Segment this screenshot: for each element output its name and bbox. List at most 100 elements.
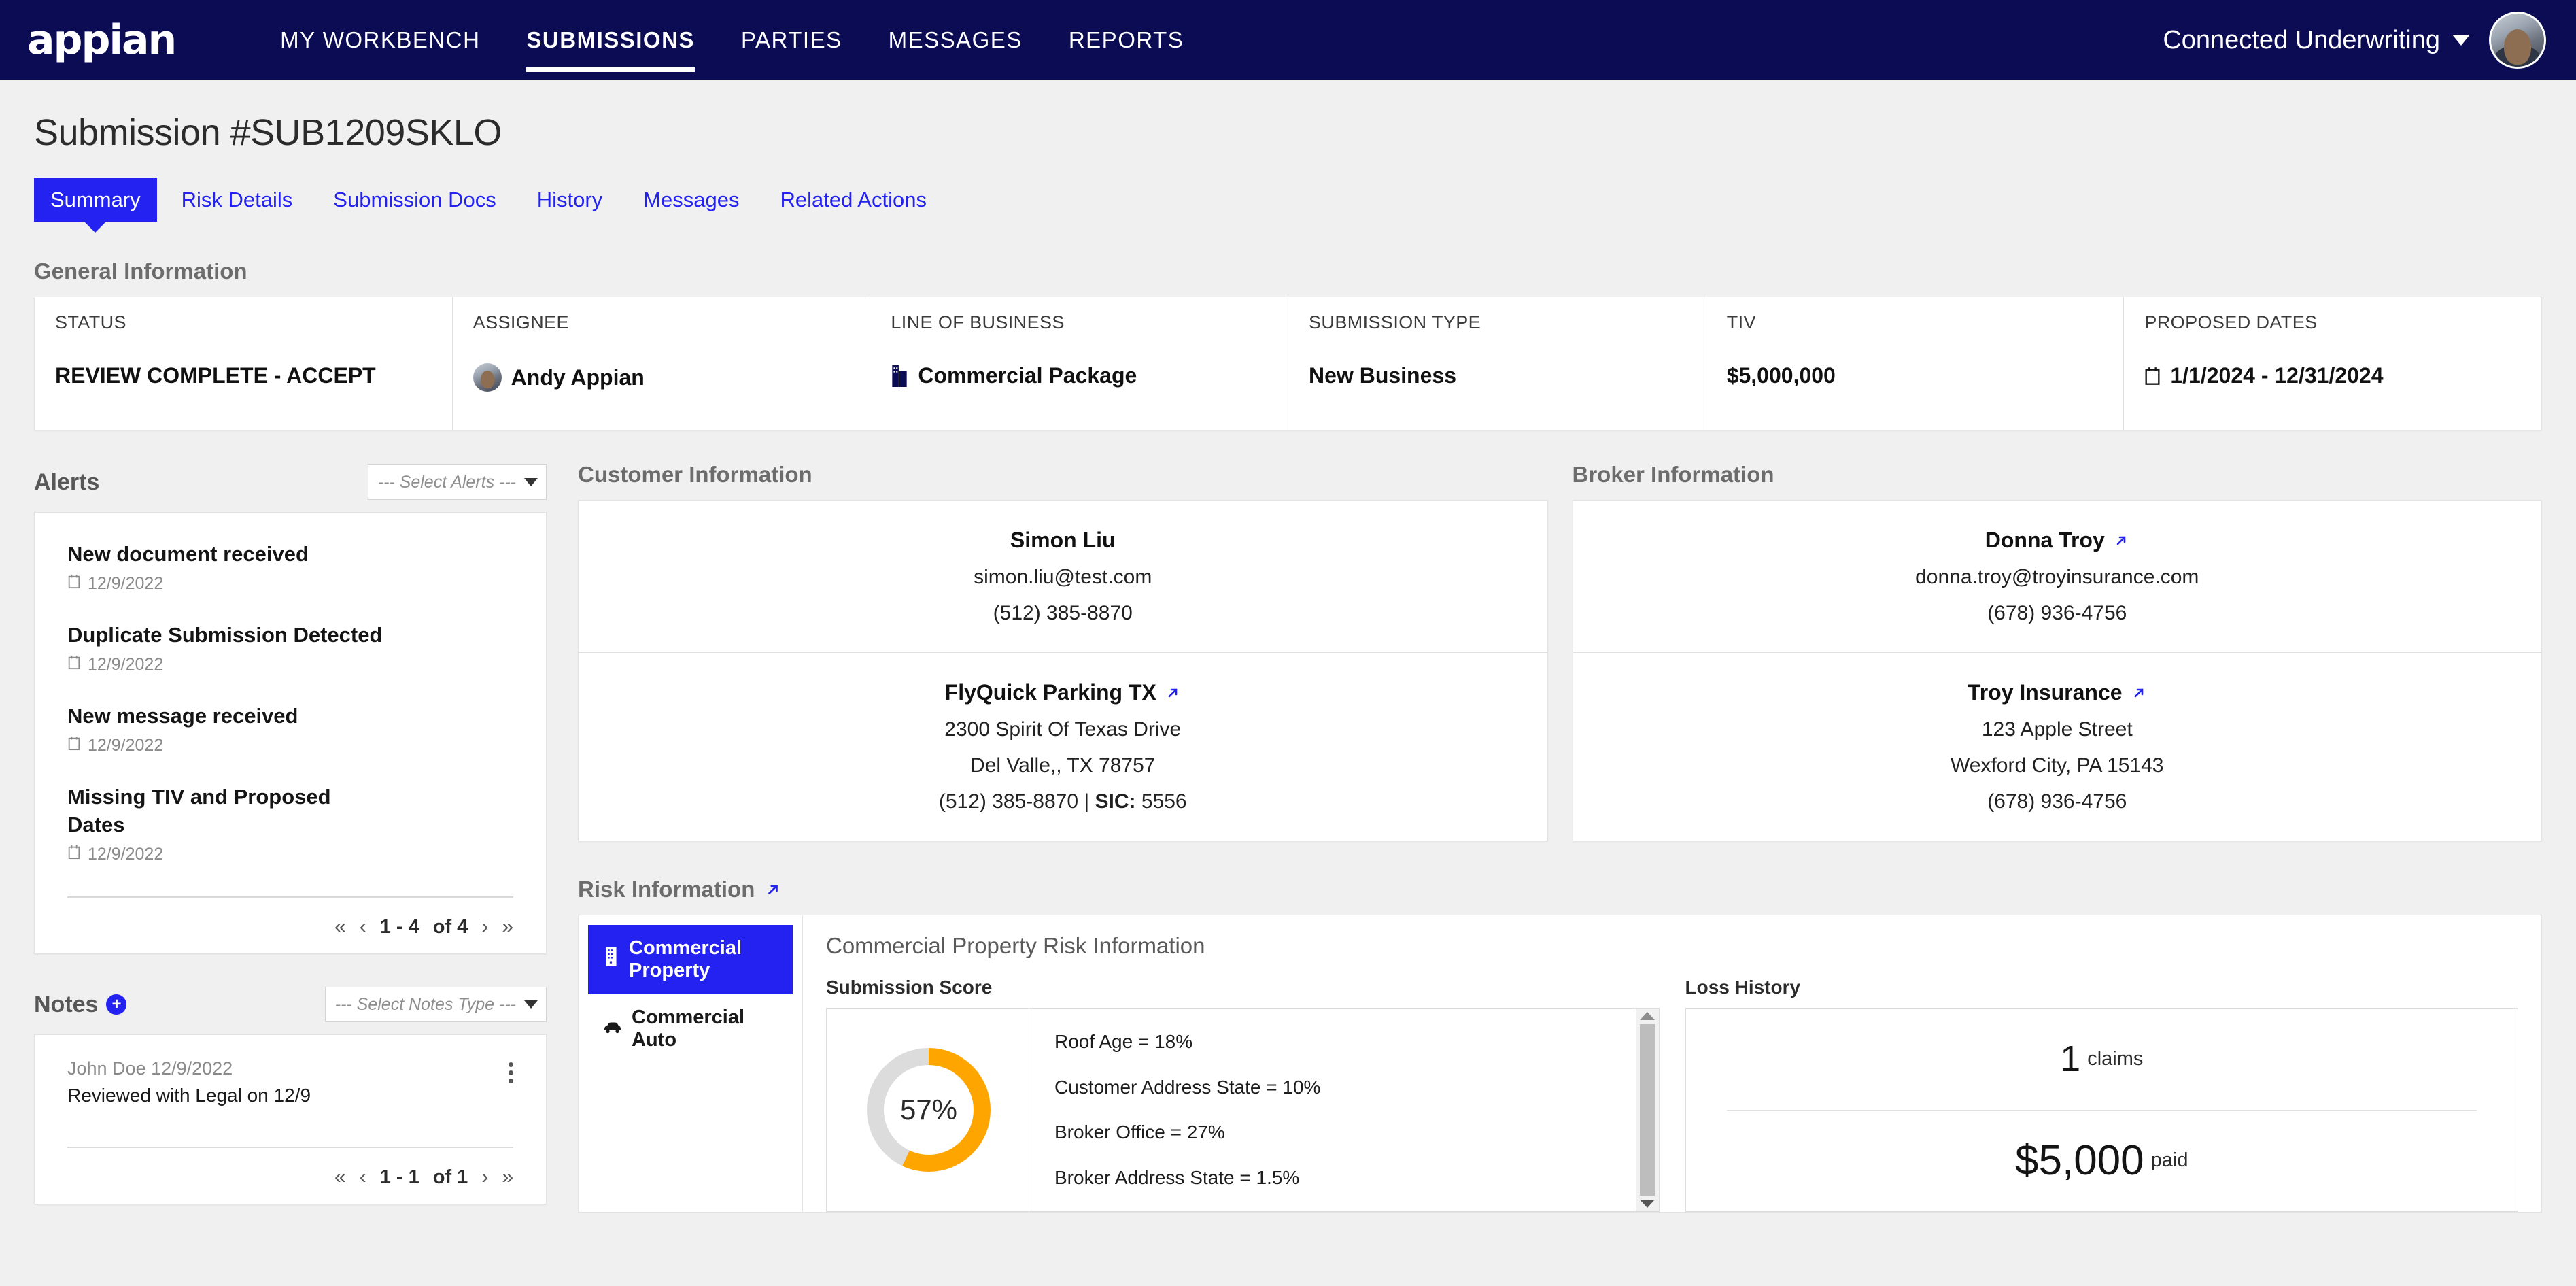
- list-item[interactable]: Duplicate Submission Detected 12/9/2022: [67, 621, 513, 675]
- nav-link-messages[interactable]: MESSAGES: [865, 27, 1046, 53]
- calendar-icon: [2144, 367, 2161, 386]
- building-icon: [603, 947, 619, 972]
- field-tiv-value: $5,000,000: [1726, 363, 1836, 388]
- tab-related-actions[interactable]: Related Actions: [764, 178, 943, 222]
- broker-information-section: Broker Information Donna Troy donna.troy…: [1572, 462, 2542, 841]
- note-overflow-menu-icon[interactable]: [509, 1058, 513, 1083]
- first-page-icon[interactable]: «: [334, 1166, 346, 1189]
- external-link-icon[interactable]: [2113, 532, 2129, 549]
- field-status-value: REVIEW COMPLETE - ACCEPT: [55, 363, 376, 388]
- note-meta: John Doe 12/9/2022: [67, 1058, 233, 1079]
- external-link-icon[interactable]: [764, 881, 782, 898]
- last-page-icon[interactable]: »: [502, 1166, 513, 1189]
- left-column: Alerts --- Select Alerts --- New documen…: [34, 462, 578, 1204]
- tab-history[interactable]: History: [521, 178, 619, 222]
- list-item[interactable]: New message received 12/9/2022: [67, 702, 513, 756]
- notes-card: John Doe 12/9/2022 Reviewed with Legal o…: [34, 1034, 547, 1204]
- scrollbar-vertical[interactable]: [1635, 1009, 1659, 1211]
- broker-contact-name: Donna Troy: [1985, 528, 2105, 552]
- customer-information-section: Customer Information Simon Liu simon.liu…: [578, 462, 1548, 841]
- tab-summary[interactable]: Summary: [34, 178, 157, 222]
- score-factor-list: Roof Age = 18% Customer Address State = …: [1031, 1009, 1636, 1211]
- alerts-page-total: of 4: [432, 915, 468, 938]
- scroll-down-icon[interactable]: [1640, 1200, 1655, 1208]
- list-item[interactable]: New document received 12/9/2022: [67, 540, 513, 594]
- risk-information-heading: Risk Information: [578, 877, 755, 902]
- first-page-icon[interactable]: «: [334, 915, 346, 938]
- list-item[interactable]: John Doe 12/9/2022 Reviewed with Legal o…: [67, 1058, 513, 1106]
- alert-date-row: 12/9/2022: [67, 736, 513, 756]
- submission-score-box: 57% Roof Age = 18% Customer Address Stat…: [826, 1008, 1660, 1212]
- add-note-button[interactable]: +: [106, 994, 127, 1015]
- tab-risk-details[interactable]: Risk Details: [165, 178, 309, 222]
- select-notes-type-dropdown[interactable]: --- Select Notes Type ---: [324, 987, 547, 1022]
- loss-history-column: Loss History 1 claims $5,000 paid: [1685, 977, 2518, 1212]
- calendar-icon: [67, 736, 81, 756]
- field-status: STATUS REVIEW COMPLETE - ACCEPT: [35, 297, 452, 430]
- loss-paid-row: $5,000 paid: [1726, 1109, 2477, 1212]
- nav-link-parties[interactable]: PARTIES: [718, 27, 865, 53]
- customer-contact-phone: (512) 385-8870: [993, 602, 1133, 624]
- page-container: Submission #SUB1209SKLO Summary Risk Det…: [0, 80, 2576, 1213]
- donut-chart: 57%: [867, 1048, 991, 1172]
- customer-information-heading: Customer Information: [578, 462, 812, 487]
- broker-company-block: Troy Insurance 123 Apple Street Wexford …: [1573, 653, 2542, 841]
- scrollbar-thumb[interactable]: [1640, 1024, 1655, 1196]
- assignee-avatar: [473, 363, 502, 392]
- nav-link-submissions[interactable]: SUBMISSIONS: [503, 27, 718, 72]
- risk-tab-commercial-property[interactable]: Commercial Property: [588, 925, 793, 994]
- next-page-icon[interactable]: ›: [481, 1166, 488, 1189]
- field-line-of-business-value-row: Commercial Package: [891, 363, 1267, 388]
- list-item[interactable]: Missing TIV and Proposed Dates 12/9/2022: [67, 783, 513, 865]
- field-proposed-dates: PROPOSED DATES 1/1/2024 - 12/31/2024: [2123, 297, 2541, 430]
- general-information-heading: General Information: [34, 258, 247, 284]
- nav-link-my-workbench[interactable]: MY WORKBENCH: [257, 27, 503, 53]
- last-page-icon[interactable]: »: [502, 915, 513, 938]
- tab-submission-docs[interactable]: Submission Docs: [317, 178, 512, 222]
- broker-contact-name-row: Donna Troy: [1985, 528, 2129, 553]
- scroll-up-icon[interactable]: [1640, 1012, 1655, 1020]
- tab-messages[interactable]: Messages: [627, 178, 755, 222]
- risk-tab-commercial-auto[interactable]: Commercial Auto: [588, 994, 793, 1064]
- donut-center-label: 57%: [899, 1094, 958, 1126]
- notes-title-row: Notes +: [34, 992, 127, 1018]
- calendar-icon: [67, 655, 81, 675]
- note-content: John Doe 12/9/2022 Reviewed with Legal o…: [67, 1058, 311, 1106]
- nav-link-reports[interactable]: REPORTS: [1046, 27, 1207, 53]
- field-assignee-value: Andy Appian: [511, 365, 645, 390]
- external-link-icon[interactable]: [2131, 685, 2147, 701]
- customer-contact-name: Simon Liu: [1010, 528, 1116, 552]
- appian-logo[interactable]: appian: [27, 16, 177, 64]
- building-icon: [891, 365, 908, 387]
- broker-information-card: Donna Troy donna.troy@troyinsurance.com …: [1572, 500, 2542, 841]
- user-menu-button[interactable]: Connected Underwriting: [2163, 26, 2470, 55]
- next-page-icon[interactable]: ›: [481, 915, 488, 938]
- field-tiv-label: TIV: [1726, 312, 1756, 333]
- risk-information-heading-row: Risk Information: [578, 877, 2542, 902]
- alert-date-row: 12/9/2022: [67, 655, 513, 675]
- page-title: Submission #SUB1209SKLO: [34, 112, 502, 153]
- broker-company-name-row: Troy Insurance: [1968, 680, 2147, 705]
- list-item: Broker Address State = 1.5%: [1054, 1166, 1300, 1188]
- select-notes-type-placeholder: --- Select Notes Type ---: [334, 994, 516, 1014]
- nav-right-cluster: Connected Underwriting: [2163, 12, 2546, 69]
- external-link-icon[interactable]: [1165, 685, 1181, 701]
- risk-information-section: Risk Information Commercial Property Com…: [578, 877, 2542, 1213]
- field-proposed-dates-label: PROPOSED DATES: [2144, 312, 2318, 333]
- sic-label: SIC:: [1095, 790, 1136, 813]
- alert-date-row: 12/9/2022: [67, 574, 513, 594]
- loss-claims-value: 1: [2060, 1038, 2081, 1080]
- customer-company-address2: Del Valle,, TX 78757: [970, 754, 1156, 777]
- alerts-title: Alerts: [34, 469, 100, 495]
- alert-title: New document received: [67, 542, 309, 566]
- notes-pager: « ‹ 1 - 1 of 1 › »: [67, 1147, 513, 1204]
- main-content-zone: Alerts --- Select Alerts --- New documen…: [34, 462, 2542, 1213]
- avatar[interactable]: [2489, 12, 2546, 69]
- loss-claims-row: 1 claims: [1727, 1009, 2477, 1110]
- risk-tab-list: Commercial Property Commercial Auto: [578, 915, 802, 1213]
- prev-page-icon[interactable]: ‹: [360, 1166, 366, 1189]
- field-line-of-business-label: LINE OF BUSINESS: [891, 312, 1065, 333]
- car-icon: [603, 1018, 622, 1040]
- prev-page-icon[interactable]: ‹: [360, 915, 366, 938]
- select-alerts-dropdown[interactable]: --- Select Alerts ---: [367, 464, 547, 500]
